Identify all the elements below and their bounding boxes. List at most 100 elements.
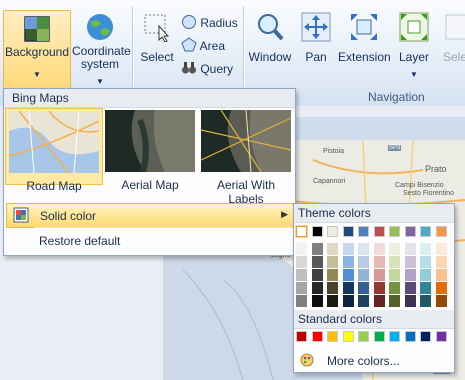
theme-shade-swatch[interactable] (358, 269, 369, 281)
standard-color-swatch[interactable] (435, 331, 447, 342)
theme-shade-swatch[interactable] (389, 269, 400, 281)
standard-color-swatch[interactable] (420, 331, 431, 342)
theme-shade-swatch[interactable] (358, 282, 369, 294)
aerial-with-labels-tile[interactable]: Aerial With Labels (198, 108, 294, 206)
extension-button[interactable]: Extension (338, 12, 391, 72)
theme-shade-swatch[interactable] (342, 295, 354, 307)
standard-color-swatch[interactable] (296, 331, 307, 342)
background-button[interactable]: Background ▼ (3, 10, 71, 90)
layer-label: Layer (398, 50, 430, 64)
theme-shade-swatch[interactable] (327, 256, 338, 268)
theme-shade-swatch[interactable] (311, 295, 323, 307)
theme-shade-swatch[interactable] (389, 256, 400, 268)
select-features-button[interactable]: Selec (438, 12, 465, 72)
theme-shade-swatch[interactable] (373, 243, 385, 255)
theme-shade-swatch[interactable] (358, 243, 369, 255)
area-button[interactable]: Area (181, 37, 225, 53)
theme-shade-swatch[interactable] (296, 269, 307, 281)
theme-color-swatch[interactable] (435, 226, 447, 237)
theme-color-swatch[interactable] (389, 226, 400, 237)
theme-shade-swatch[interactable] (296, 256, 307, 268)
theme-shade-swatch[interactable] (373, 282, 385, 294)
select-features-icon (445, 14, 465, 40)
theme-shade-swatch[interactable] (420, 282, 431, 294)
standard-color-swatch[interactable] (404, 331, 416, 342)
theme-shade-swatch[interactable] (435, 256, 447, 268)
theme-shade-swatch[interactable] (389, 243, 400, 255)
theme-shade-swatch[interactable] (373, 269, 385, 281)
window-zoom-button[interactable]: Window (248, 12, 292, 72)
theme-color-swatch[interactable] (404, 226, 416, 237)
theme-color-swatch[interactable] (295, 225, 308, 238)
background-map-icon (24, 16, 50, 42)
restore-default-menu-item[interactable]: Restore default (6, 229, 293, 251)
standard-color-swatch[interactable] (311, 331, 323, 342)
theme-color-swatch[interactable] (311, 226, 323, 237)
coordinate-system-button[interactable]: Coordinate system ▼ (72, 12, 131, 88)
theme-shade-swatch[interactable] (327, 295, 338, 307)
theme-shade-swatch[interactable] (435, 282, 447, 294)
standard-color-swatch[interactable] (342, 331, 354, 342)
theme-shade-swatch[interactable] (404, 256, 416, 268)
theme-shade-swatch[interactable] (435, 295, 447, 307)
standard-color-swatch[interactable] (389, 331, 400, 342)
theme-shade-swatch[interactable] (342, 256, 354, 268)
theme-shade-swatch[interactable] (311, 269, 323, 281)
extension-label: Extension (338, 50, 391, 64)
theme-shade-swatch[interactable] (327, 243, 338, 255)
theme-color-swatch[interactable] (342, 226, 354, 237)
theme-shade-swatch[interactable] (296, 243, 307, 255)
aerial-labels-label: Aerial With Labels (216, 178, 275, 206)
standard-color-swatch[interactable] (373, 331, 385, 342)
theme-color-swatch[interactable] (327, 226, 338, 237)
theme-shade-swatch[interactable] (420, 269, 431, 281)
theme-shade-swatch[interactable] (311, 243, 323, 255)
theme-shade-swatch[interactable] (404, 243, 416, 255)
theme-shade-swatch[interactable] (342, 269, 354, 281)
theme-shade-swatch[interactable] (404, 269, 416, 281)
theme-shade-swatch[interactable] (435, 269, 447, 281)
theme-shade-swatch[interactable] (358, 295, 369, 307)
theme-shade-swatch[interactable] (420, 256, 431, 268)
layer-button[interactable]: Layer ▼ (396, 12, 432, 88)
radius-button[interactable]: Radius (181, 14, 238, 30)
more-colors-menu-item[interactable]: More colors... (295, 350, 452, 370)
theme-shade-swatch[interactable] (420, 295, 431, 307)
theme-shade-swatch[interactable] (311, 282, 323, 294)
place-label: Pistoia (323, 148, 345, 155)
theme-shade-swatch[interactable] (420, 243, 431, 255)
theme-color-swatch[interactable] (373, 226, 385, 237)
pan-arrows-icon (301, 12, 331, 42)
theme-shade-swatch[interactable] (296, 282, 307, 294)
theme-shade-swatch[interactable] (389, 295, 400, 307)
query-button[interactable]: Query (181, 60, 233, 76)
theme-shade-swatch[interactable] (342, 243, 354, 255)
standard-color-swatch[interactable] (358, 331, 369, 342)
restore-default-label: Restore default (39, 234, 121, 248)
theme-shade-swatch[interactable] (389, 282, 400, 294)
theme-shade-swatch[interactable] (296, 295, 307, 307)
theme-colors-header: Theme colors (294, 204, 454, 223)
aerial-map-tile[interactable]: Aerial Map (102, 108, 198, 192)
theme-shade-swatch[interactable] (311, 256, 323, 268)
theme-shade-swatch[interactable] (342, 282, 354, 294)
theme-shade-swatch[interactable] (435, 243, 447, 255)
select-button[interactable]: Select (137, 12, 177, 72)
standard-color-swatch[interactable] (327, 331, 338, 342)
theme-shade-swatch[interactable] (358, 256, 369, 268)
road-map-tile[interactable]: Road Map (5, 108, 103, 193)
solid-color-menu-item[interactable]: Solid color ▶ (6, 203, 295, 228)
document-tab-bar (295, 117, 465, 142)
road-map-thumbnail (9, 111, 99, 173)
theme-shade-swatch[interactable] (404, 295, 416, 307)
pan-button[interactable]: Pan (298, 12, 334, 72)
more-colors-label: More colors... (327, 354, 400, 368)
place-label: Capannori (313, 178, 346, 185)
theme-shade-swatch[interactable] (373, 295, 385, 307)
theme-shade-swatch[interactable] (327, 282, 338, 294)
theme-color-swatch[interactable] (420, 226, 431, 237)
theme-shade-swatch[interactable] (373, 256, 385, 268)
theme-shade-swatch[interactable] (404, 282, 416, 294)
theme-color-swatch[interactable] (358, 226, 369, 237)
theme-shade-swatch[interactable] (327, 269, 338, 281)
